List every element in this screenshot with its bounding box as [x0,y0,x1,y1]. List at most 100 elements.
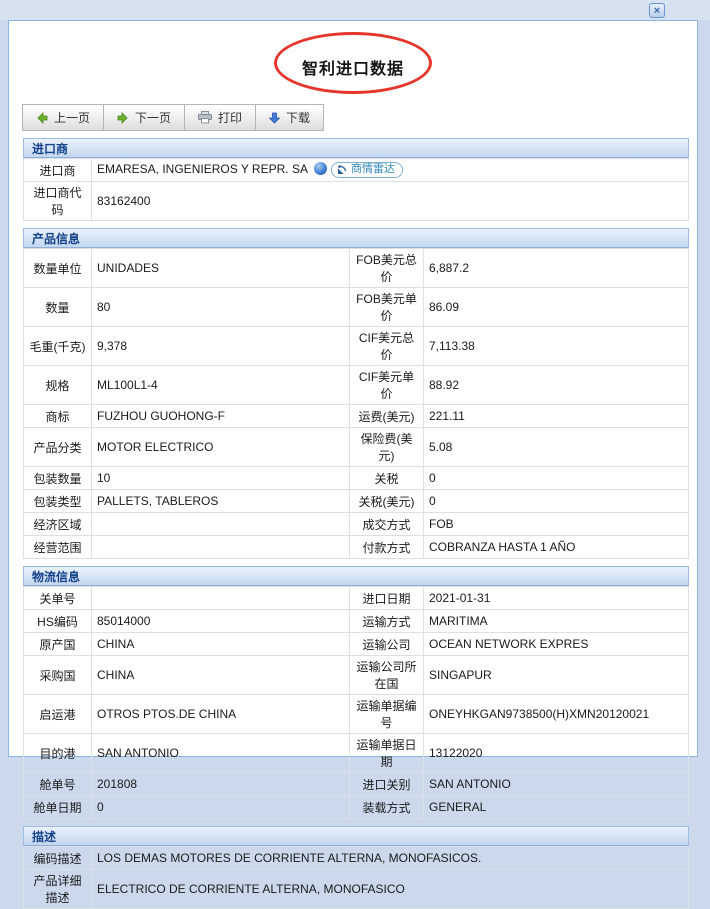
table-row: 进口商EMARESA, INGENIEROS Y REPR. SA商情雷达 [24,159,689,182]
importer-table-body: 进口商EMARESA, INGENIEROS Y REPR. SA商情雷达进口商… [24,159,689,221]
field-label: 包装数量 [24,467,92,490]
section-header-description: 描述 [23,826,689,846]
table-row: HS编码85014000运输方式MARITIMA [24,610,689,633]
table-row: 包装类型PALLETS, TABLEROS关税(美元)0 [24,490,689,513]
table-row: 产品分类MOTOR ELECTRICO保险费(美元)5.08 [24,428,689,467]
table-row: 舱单日期0装载方式GENERAL [24,796,689,819]
importer-table: 进口商EMARESA, INGENIEROS Y REPR. SA商情雷达进口商… [23,158,689,221]
field-value: COBRANZA HASTA 1 AÑO [424,536,689,559]
table-row: 原产国CHINA运输公司OCEAN NETWORK EXPRES [24,633,689,656]
field-value: MOTOR ELECTRICO [92,428,350,467]
field-label: HS编码 [24,610,92,633]
field-value: 83162400 [92,182,689,221]
page-title: 智利进口数据 [9,55,697,79]
section-product: 产品信息 数量单位UNIDADESFOB美元总价6,887.2数量80FOB美元… [23,228,689,559]
field-value: MARITIMA [424,610,689,633]
section-header-importer: 进口商 [23,138,689,158]
field-label: 商标 [24,405,92,428]
table-row: 经营范围 付款方式COBRANZA HASTA 1 AÑO [24,536,689,559]
field-label: 包装类型 [24,490,92,513]
field-label: 规格 [24,366,92,405]
field-label: 原产国 [24,633,92,656]
toolbar-button-next[interactable]: 下一页 [103,104,185,131]
table-row: 产品详细描述ELECTRICO DE CORRIENTE ALTERNA, MO… [24,870,689,909]
field-label: 产品分类 [24,428,92,467]
dialog-panel: 智利进口数据 上一页下一页打印下载 进口商 进口商EMARESA, INGENI… [8,20,698,757]
table-row: 编码描述LOS DEMAS MOTORES DE CORRIENTE ALTER… [24,847,689,870]
field-label: 采购国 [24,656,92,695]
field-value: SAN ANTONIO [424,773,689,796]
field-label: 舱单日期 [24,796,92,819]
field-value: 5.08 [424,428,689,467]
field-label: FOB美元总价 [350,249,424,288]
field-value: FOB [424,513,689,536]
field-value: OTROS PTOS.DE CHINA [92,695,350,734]
section-importer: 进口商 进口商EMARESA, INGENIEROS Y REPR. SA商情雷… [23,138,689,221]
field-value: SINGAPUR [424,656,689,695]
field-label: 运输单据编号 [350,695,424,734]
field-value-text: EMARESA, INGENIEROS Y REPR. SA [97,162,308,176]
globe-icon[interactable] [314,162,327,175]
arrow-left-green-icon [36,112,48,124]
field-label: 运输方式 [350,610,424,633]
field-label: 付款方式 [350,536,424,559]
field-value: ML100L1-4 [92,366,350,405]
section-header-logistics: 物流信息 [23,566,689,586]
description-table-body: 编码描述LOS DEMAS MOTORES DE CORRIENTE ALTER… [24,847,689,909]
table-row: 经济区域成交方式FOB [24,513,689,536]
section-logistics: 物流信息 关单号 进口日期2021-01-31HS编码85014000运输方式MA… [23,566,689,819]
field-value: PALLETS, TABLEROS [92,490,350,513]
field-value: 2021-01-31 [424,587,689,610]
table-row: 数量80FOB美元单价86.09 [24,288,689,327]
arrow-right-green-icon [117,112,129,124]
field-label: 进口日期 [350,587,424,610]
field-label: CIF美元单价 [350,366,424,405]
radar-badge-label: 商情雷达 [351,163,395,176]
field-value: 9,378 [92,327,350,366]
table-row: 关单号 进口日期2021-01-31 [24,587,689,610]
field-value: CHINA [92,633,350,656]
section-description: 描述 编码描述LOS DEMAS MOTORES DE CORRIENTE AL… [23,826,689,909]
toolbar-button-print[interactable]: 打印 [184,104,256,131]
close-button[interactable]: × [649,3,665,18]
field-label: 毛重(千克) [24,327,92,366]
field-label: 运费(美元) [350,405,424,428]
field-label: FOB美元单价 [350,288,424,327]
table-row: 包装数量10关税0 [24,467,689,490]
field-label: 装载方式 [350,796,424,819]
field-label: 关单号 [24,587,92,610]
table-row: 舱单号201808进口关别SAN ANTONIO [24,773,689,796]
field-value: ELECTRICO DE CORRIENTE ALTERNA, MONOFASI… [92,870,689,909]
field-value [92,587,350,610]
field-value: 0 [424,467,689,490]
field-label: 经济区域 [24,513,92,536]
arrow-down-blue-icon [269,112,280,124]
table-row: 数量单位UNIDADESFOB美元总价6,887.2 [24,249,689,288]
toolbar-button-download[interactable]: 下载 [255,104,324,131]
dialog-titlebar [0,0,710,20]
field-value-text: 83162400 [97,194,150,208]
field-label: 进口关别 [350,773,424,796]
toolbar-button-prev[interactable]: 上一页 [22,104,104,131]
field-value: 201808 [92,773,350,796]
field-label: 进口商代码 [24,182,92,221]
field-value: 221.11 [424,405,689,428]
field-label: 数量 [24,288,92,327]
toolbar-button-label: 下载 [286,109,310,126]
toolbar: 上一页下一页打印 下载 [23,104,324,131]
field-value: FUZHOU GUOHONG-F [92,405,350,428]
field-value: UNIDADES [92,249,350,288]
printer-icon [198,111,212,124]
field-label: 运输公司 [350,633,424,656]
field-value: ONEYHKGAN9738500(H)XMN20120021 [424,695,689,734]
field-value: 7,113.38 [424,327,689,366]
radar-badge[interactable]: 商情雷达 [331,162,403,178]
field-label: 运输公司所在国 [350,656,424,695]
field-label: 编码描述 [24,847,92,870]
description-table: 编码描述LOS DEMAS MOTORES DE CORRIENTE ALTER… [23,846,689,909]
field-label: 数量单位 [24,249,92,288]
field-label: 经营范围 [24,536,92,559]
field-value: 10 [92,467,350,490]
field-label: 舱单号 [24,773,92,796]
title-area: 智利进口数据 [9,21,697,97]
